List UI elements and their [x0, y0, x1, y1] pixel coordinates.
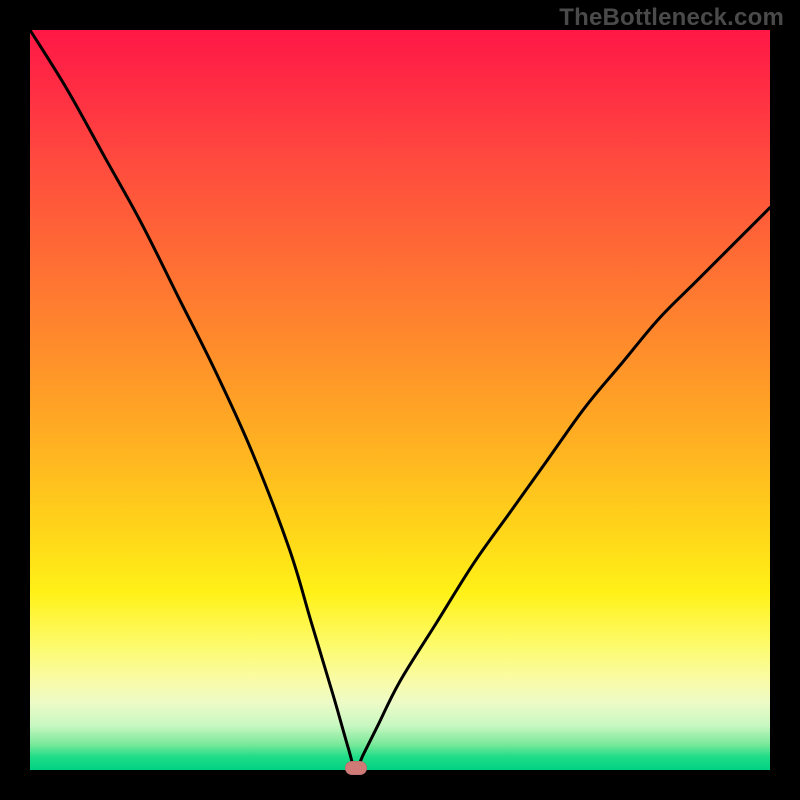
- watermark-text: TheBottleneck.com: [559, 4, 784, 32]
- bottleneck-curve-path: [30, 30, 770, 770]
- curve-svg: [30, 30, 770, 770]
- chart-frame: TheBottleneck.com: [0, 0, 800, 800]
- plot-area: [30, 30, 770, 770]
- balance-marker: [345, 761, 367, 775]
